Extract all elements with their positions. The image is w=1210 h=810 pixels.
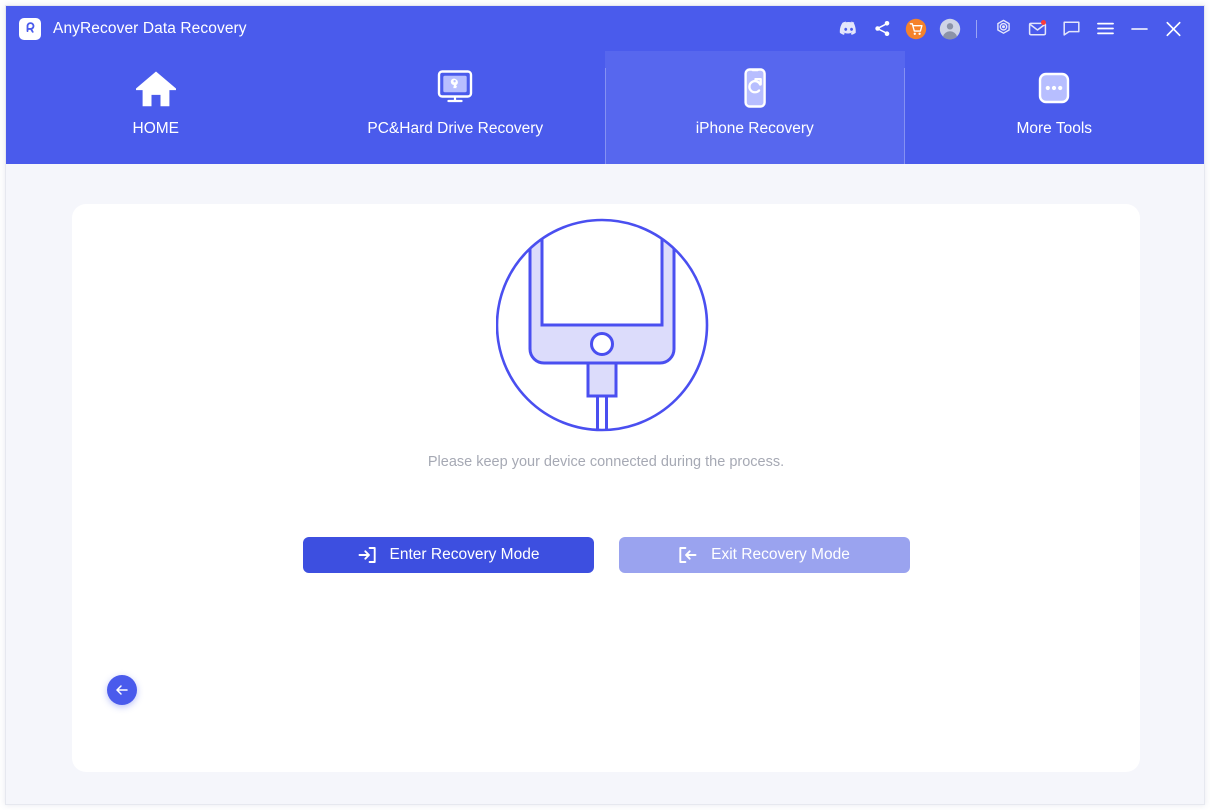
account-icon[interactable]: [933, 14, 967, 44]
tab-more-tools-label: More Tools: [1016, 120, 1092, 138]
minimize-icon[interactable]: [1122, 14, 1156, 44]
exit-recovery-mode-button[interactable]: Exit Recovery Mode: [619, 537, 910, 573]
share-icon[interactable]: [865, 14, 899, 44]
app-title: AnyRecover Data Recovery: [53, 20, 247, 38]
phone-refresh-icon: [739, 67, 771, 109]
app-logo-icon: [19, 18, 41, 40]
mail-badge-dot: [1041, 20, 1046, 25]
cart-icon[interactable]: [899, 14, 933, 44]
app-window: AnyRecover Data Recovery: [5, 5, 1205, 805]
more-dots-icon: [1037, 67, 1071, 109]
mail-icon[interactable]: [1020, 14, 1054, 44]
tab-pc-hard-drive-recovery[interactable]: PC&Hard Drive Recovery: [306, 51, 606, 164]
tab-home[interactable]: HOME: [6, 51, 306, 164]
tab-home-label: HOME: [133, 120, 180, 138]
content-area: Please keep your device connected during…: [6, 164, 1204, 805]
feedback-icon[interactable]: [1054, 14, 1088, 44]
tab-pc-hard-drive-recovery-label: PC&Hard Drive Recovery: [367, 120, 543, 138]
enter-recovery-mode-label: Enter Recovery Mode: [390, 546, 540, 564]
iphone-recovery-panel: Please keep your device connected during…: [72, 204, 1140, 772]
home-icon: [133, 67, 179, 109]
exit-arrow-icon: [678, 545, 698, 565]
titlebar-icon-group: [831, 6, 1204, 51]
record-icon[interactable]: [986, 14, 1020, 44]
enter-arrow-icon: [357, 545, 377, 565]
recovery-mode-actions: Enter Recovery Mode Exit Recovery Mode: [72, 537, 1140, 573]
title-bar: AnyRecover Data Recovery: [6, 6, 1204, 51]
enter-recovery-mode-button[interactable]: Enter Recovery Mode: [303, 537, 594, 573]
menu-icon[interactable]: [1088, 14, 1122, 44]
tab-more-tools[interactable]: More Tools: [905, 51, 1205, 164]
close-icon[interactable]: [1156, 14, 1190, 44]
monitor-key-icon: [435, 67, 475, 109]
back-button[interactable]: [107, 675, 137, 705]
arrow-left-icon: [114, 683, 130, 697]
discord-icon[interactable]: [831, 14, 865, 44]
exit-recovery-mode-label: Exit Recovery Mode: [711, 546, 850, 564]
main-navigation: HOME PC&Hard Drive Recovery: [6, 51, 1204, 164]
tab-iphone-recovery[interactable]: iPhone Recovery: [605, 51, 905, 164]
phone-with-cable-illustration: [496, 217, 716, 443]
connection-hint-text: Please keep your device connected during…: [72, 454, 1140, 470]
titlebar-separator: [976, 20, 977, 38]
tab-iphone-recovery-label: iPhone Recovery: [696, 120, 814, 138]
